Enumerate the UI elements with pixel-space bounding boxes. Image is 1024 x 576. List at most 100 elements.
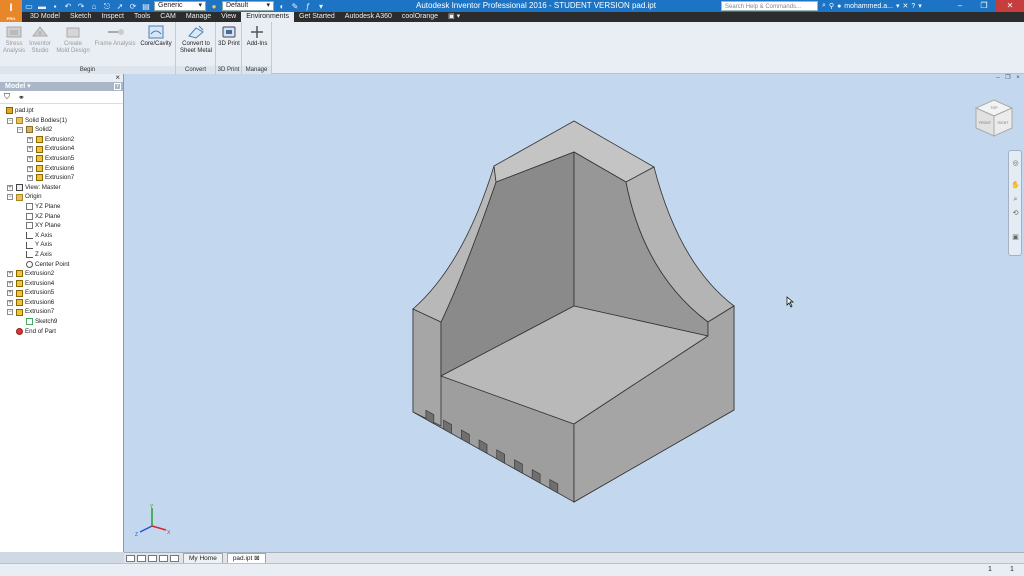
- viewcube[interactable]: TOP FRONT RIGHT: [972, 96, 1016, 140]
- zoom-icon[interactable]: ⌕: [1011, 195, 1020, 204]
- new-file-icon[interactable]: ▭: [24, 2, 34, 11]
- select-icon[interactable]: ➚: [115, 2, 125, 11]
- inventor-logo[interactable]: I PRO: [0, 0, 22, 22]
- tree-node[interactable]: + Extrusion5: [0, 154, 123, 164]
- undo-icon[interactable]: ↶: [63, 2, 73, 11]
- tree-node[interactable]: Z Axis: [0, 250, 123, 260]
- minimize-icon[interactable]: –: [948, 0, 972, 12]
- update-icon[interactable]: ⟳: [128, 2, 138, 11]
- chevron-down-icon[interactable]: ▾: [918, 2, 922, 10]
- restore-icon[interactable]: ❐: [1004, 75, 1012, 82]
- tab-sketch[interactable]: Sketch: [65, 12, 96, 22]
- tree-node[interactable]: + Extrusion6: [0, 298, 123, 308]
- tab-pad-ipt[interactable]: pad.ipt ⊠: [226, 553, 266, 563]
- chevron-down-icon[interactable]: ▾: [896, 2, 900, 10]
- tree-node[interactable]: End of Part: [0, 327, 123, 337]
- arrange-icon[interactable]: [159, 554, 168, 562]
- redo-icon[interactable]: ↷: [76, 2, 86, 11]
- restore-icon[interactable]: ❐: [972, 0, 996, 12]
- add-ins-button[interactable]: Add-Ins: [244, 24, 270, 48]
- look-at-icon[interactable]: ▣: [1011, 233, 1020, 242]
- core-cavity-button[interactable]: Core/Cavity: [138, 24, 174, 48]
- tab-manage[interactable]: Manage: [181, 12, 216, 22]
- search-icon[interactable]: ⌕: [822, 2, 826, 10]
- tab-3d-model[interactable]: 3D Model: [25, 12, 65, 22]
- tab-view[interactable]: View: [216, 12, 241, 22]
- tree-node[interactable]: − Extrusion7: [0, 307, 123, 317]
- document-list-icon[interactable]: [170, 554, 179, 562]
- tree-node[interactable]: XY Plane: [0, 221, 123, 231]
- exchange-icon[interactable]: ✕: [902, 2, 908, 10]
- tree-node[interactable]: + Extrusion5: [0, 288, 123, 298]
- collapse-icon[interactable]: −: [7, 194, 13, 201]
- expand-icon[interactable]: +: [7, 184, 13, 191]
- collapse-icon[interactable]: −: [7, 309, 13, 316]
- user-icon[interactable]: ●: [837, 3, 841, 10]
- tree-node[interactable]: Y Axis: [0, 240, 123, 250]
- collapse-icon[interactable]: −: [17, 127, 23, 134]
- return-icon[interactable]: ⎋: [102, 2, 112, 11]
- tab-get-started[interactable]: Get Started: [294, 12, 340, 22]
- tree-node[interactable]: + Extrusion6: [0, 164, 123, 174]
- tree-node[interactable]: + View: Master: [0, 183, 123, 193]
- close-icon[interactable]: ×: [115, 73, 120, 82]
- filter-icon[interactable]: ⛉: [4, 92, 10, 102]
- tile-horizontal-icon[interactable]: [126, 554, 135, 562]
- expand-icon[interactable]: +: [27, 155, 33, 162]
- home-icon[interactable]: ⌂: [89, 2, 99, 11]
- binoculars-icon[interactable]: ⚭: [18, 93, 25, 102]
- expand-icon[interactable]: +: [27, 175, 33, 182]
- expand-icon[interactable]: +: [7, 280, 13, 287]
- close-icon[interactable]: ✕: [996, 0, 1024, 12]
- search-input[interactable]: Search Help & Commands...: [721, 1, 818, 11]
- close-icon[interactable]: ×: [1014, 75, 1022, 82]
- 3d-print-button[interactable]: 3D Print: [217, 24, 241, 48]
- tab-coolorange[interactable]: coolOrange: [397, 12, 443, 22]
- tab-autodesk-a360[interactable]: Autodesk A360: [340, 12, 397, 22]
- tree-node[interactable]: YZ Plane: [0, 202, 123, 212]
- open-folder-icon[interactable]: ▬: [37, 2, 47, 11]
- tab-inspect[interactable]: Inspect: [96, 12, 129, 22]
- tree-node[interactable]: + Extrusion4: [0, 279, 123, 289]
- save-icon[interactable]: ▪: [50, 2, 60, 11]
- tree-node[interactable]: Sketch9: [0, 317, 123, 327]
- appearance-select[interactable]: Default ▾: [222, 1, 274, 11]
- customize-qat-icon[interactable]: ▾: [316, 2, 326, 11]
- expand-icon[interactable]: +: [27, 146, 33, 153]
- tile-vertical-icon[interactable]: [137, 554, 146, 562]
- tab-tools[interactable]: Tools: [129, 12, 155, 22]
- frame-analysis-button[interactable]: Frame Analysis: [94, 24, 136, 48]
- tree-node[interactable]: Center Point: [0, 260, 123, 270]
- tab-cam[interactable]: CAM: [155, 12, 181, 22]
- collapse-icon[interactable]: −: [7, 117, 13, 124]
- viewcube-front-label[interactable]: FRONT: [979, 121, 992, 125]
- tree-node[interactable]: pad.ipt: [0, 106, 123, 116]
- expand-icon[interactable]: +: [7, 290, 13, 297]
- tree-node[interactable]: − Origin: [0, 192, 123, 202]
- close-icon[interactable]: ⊠: [254, 555, 259, 562]
- tab-my-home[interactable]: My Home: [183, 553, 223, 563]
- binoculars-icon[interactable]: ⚲: [829, 2, 834, 10]
- adjust-icon[interactable]: ✎: [290, 2, 300, 11]
- expand-icon[interactable]: +: [27, 136, 33, 143]
- orbit-icon[interactable]: ⟲: [1011, 209, 1020, 218]
- cascade-icon[interactable]: [148, 554, 157, 562]
- steering-wheel-icon[interactable]: ◎: [1011, 159, 1020, 168]
- viewcube-right-label[interactable]: RIGHT: [998, 121, 1010, 125]
- tree-node[interactable]: − Solid2: [0, 125, 123, 135]
- tree-node[interactable]: X Axis: [0, 231, 123, 241]
- minimize-icon[interactable]: –: [994, 75, 1002, 82]
- tab-environments[interactable]: Environments: [241, 12, 294, 22]
- measure-icon[interactable]: ▤: [141, 2, 151, 11]
- browser-header[interactable]: Model ▾ ?: [0, 82, 123, 91]
- pan-icon[interactable]: ✋: [1011, 181, 1020, 190]
- tree-node[interactable]: + Extrusion2: [0, 269, 123, 279]
- fx-icon[interactable]: ƒ: [303, 2, 313, 11]
- expand-icon[interactable]: +: [7, 271, 13, 278]
- material-select[interactable]: Generic ▾: [154, 1, 206, 11]
- stress-analysis-button[interactable]: Stress Analysis: [2, 24, 26, 55]
- create-mold-design-button[interactable]: Create Mold Design: [54, 24, 92, 55]
- tree-node[interactable]: + Extrusion4: [0, 144, 123, 154]
- clear-appearance-icon[interactable]: ◐: [277, 2, 287, 11]
- inventor-studio-button[interactable]: Inventor Studio: [28, 24, 52, 55]
